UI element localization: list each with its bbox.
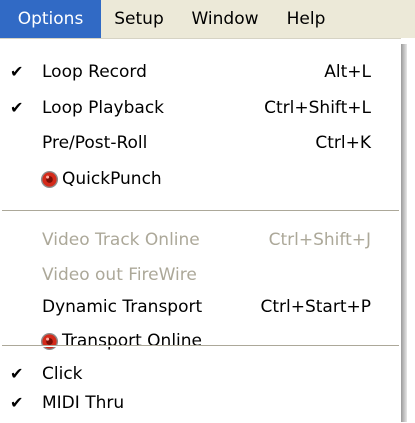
menu-item-midi-thru[interactable]: ✔ MIDI Thru bbox=[0, 384, 401, 422]
menu-options[interactable]: Options bbox=[0, 0, 101, 38]
menu-drop-shadow bbox=[401, 44, 407, 422]
menu-item-label: QuickPunch bbox=[62, 169, 162, 189]
checkmark-icon bbox=[10, 221, 32, 259]
menu-item-label: Loop Record bbox=[42, 62, 147, 82]
menu-setup[interactable]: Setup bbox=[101, 0, 177, 38]
options-dropdown-menu: ✔ Loop Record Alt+L ✔ Loop Playback Ctrl… bbox=[0, 38, 401, 423]
menu-item-loop-record[interactable]: ✔ Loop Record Alt+L bbox=[0, 53, 401, 91]
menu-separator bbox=[2, 345, 399, 347]
menu-bar: Options Setup Window Help bbox=[0, 0, 415, 38]
menu-item-loop-playback[interactable]: ✔ Loop Playback Ctrl+Shift+L bbox=[0, 89, 401, 127]
checkmark-icon: ✔ bbox=[10, 393, 24, 412]
menu-item-shortcut: Ctrl+Shift+J bbox=[268, 230, 371, 250]
record-icon bbox=[40, 170, 59, 189]
menu-item-dynamic-transport[interactable]: Dynamic Transport Ctrl+Start+P bbox=[0, 288, 401, 326]
menu-item-label: Loop Playback bbox=[42, 98, 165, 118]
menu-item-shortcut: Ctrl+Shift+L bbox=[264, 98, 371, 118]
menu-item-shortcut: Alt+L bbox=[324, 62, 371, 82]
record-icon bbox=[40, 332, 59, 351]
menu-item-label: MIDI Thru bbox=[42, 393, 125, 413]
checkmark-icon: ✔ bbox=[10, 62, 24, 81]
checkmark-icon bbox=[10, 288, 32, 326]
menu-item-label: Pre/Post-Roll bbox=[42, 133, 148, 153]
menu-item-shortcut: Ctrl+Start+P bbox=[260, 297, 371, 317]
checkmark-icon: ✔ bbox=[10, 98, 24, 117]
checkmark-icon bbox=[10, 124, 32, 162]
menu-item-quickpunch[interactable]: QuickPunch bbox=[0, 160, 401, 198]
menu-item-shortcut: Ctrl+K bbox=[315, 133, 371, 153]
menu-separator bbox=[2, 210, 399, 212]
menu-window[interactable]: Window bbox=[177, 0, 273, 38]
menu-item-label: Dynamic Transport bbox=[42, 297, 203, 317]
menu-item-video-track-online[interactable]: Video Track Online Ctrl+Shift+J bbox=[0, 221, 401, 259]
menu-item-label: Video Track Online bbox=[42, 230, 200, 250]
menu-item-pre-post-roll[interactable]: Pre/Post-Roll Ctrl+K bbox=[0, 124, 401, 162]
menu-help[interactable]: Help bbox=[273, 0, 339, 38]
